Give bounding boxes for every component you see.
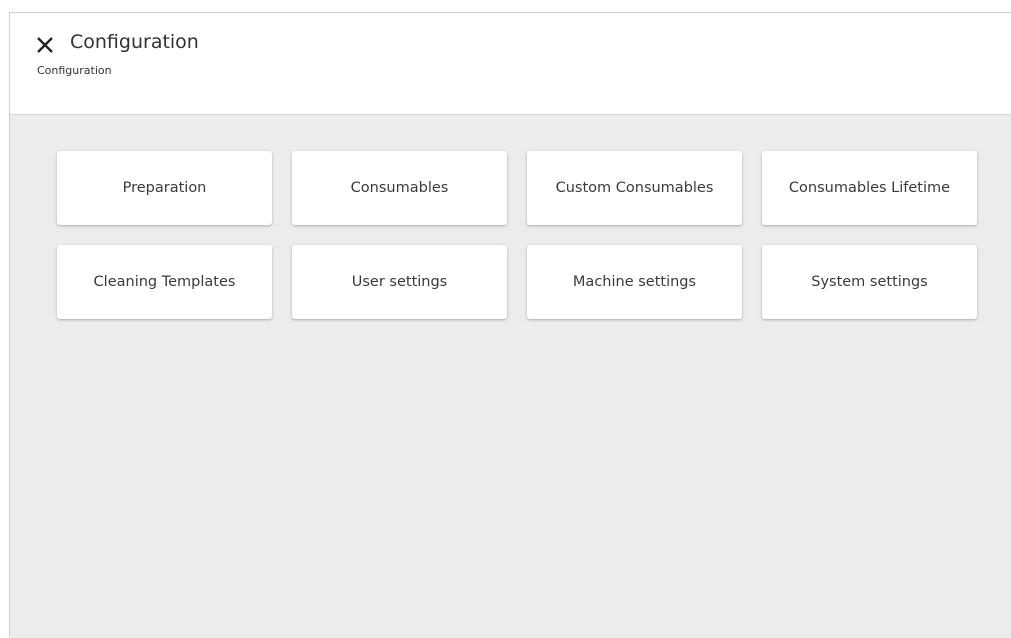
close-icon bbox=[37, 37, 53, 53]
tile-custom-consumables[interactable]: Custom Consumables bbox=[527, 151, 742, 225]
tile-cleaning-templates[interactable]: Cleaning Templates bbox=[57, 245, 272, 319]
tile-label: Machine settings bbox=[572, 274, 697, 290]
tile-consumables[interactable]: Consumables bbox=[292, 151, 507, 225]
tile-label: System settings bbox=[811, 274, 928, 290]
tile-user-settings[interactable]: User settings bbox=[292, 245, 507, 319]
tile-grid: Preparation Consumables Custom Consumabl… bbox=[57, 151, 977, 319]
page-header: Configuration Configuration bbox=[10, 13, 1011, 115]
content-area: Preparation Consumables Custom Consumabl… bbox=[10, 115, 1011, 638]
tile-machine-settings[interactable]: Machine settings bbox=[527, 245, 742, 319]
tile-consumables-lifetime[interactable]: Consumables Lifetime bbox=[762, 151, 977, 225]
configuration-window: Configuration Configuration Preparation … bbox=[9, 12, 1011, 638]
breadcrumb: Configuration bbox=[37, 64, 112, 77]
tile-label: Preparation bbox=[122, 180, 207, 196]
close-button[interactable] bbox=[35, 35, 55, 55]
tile-label: Cleaning Templates bbox=[93, 274, 236, 290]
page-title: Configuration bbox=[70, 31, 199, 53]
tile-label: Consumables Lifetime bbox=[788, 180, 951, 196]
tile-preparation[interactable]: Preparation bbox=[57, 151, 272, 225]
tile-label: User settings bbox=[351, 274, 448, 290]
tile-label: Consumables bbox=[350, 180, 449, 196]
tile-system-settings[interactable]: System settings bbox=[762, 245, 977, 319]
tile-label: Custom Consumables bbox=[555, 180, 714, 196]
